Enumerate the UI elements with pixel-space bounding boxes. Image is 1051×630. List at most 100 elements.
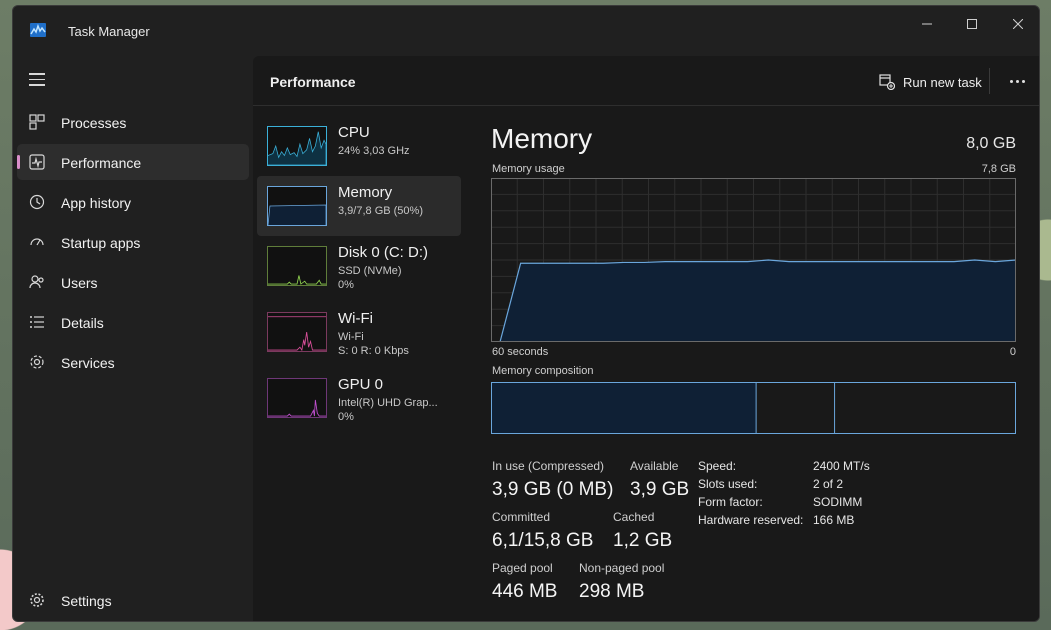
device-utilization: 0%: [338, 411, 354, 423]
users-icon: [29, 275, 44, 289]
main-header: Performance Run new task: [253, 56, 1039, 106]
device-name: CPU: [338, 124, 370, 141]
performance-icon: [29, 154, 45, 170]
processes-icon: [29, 114, 45, 130]
cpu-thumbnail-graph: [267, 126, 327, 166]
run-task-icon: [879, 74, 895, 90]
nonpaged-pool-label: Non-paged pool: [579, 561, 665, 575]
sidebar-item-settings[interactable]: Settings: [17, 582, 249, 618]
memory-composition-label: Memory composition: [492, 365, 594, 377]
page-title: Performance: [270, 74, 356, 90]
spec-reserved-value: 166 MB: [813, 513, 855, 527]
run-task-label: Run new task: [903, 74, 982, 90]
run-new-task-button[interactable]: Run new task: [879, 72, 982, 92]
device-name: Disk 0 (C: D:): [338, 244, 428, 261]
device-detail: SSD (NVMe): [338, 265, 402, 277]
app-history-icon: [29, 194, 45, 210]
menu-icon[interactable]: [29, 73, 45, 87]
memory-total: 8,0 GB: [966, 135, 1016, 152]
sidebar-item-label: Details: [61, 315, 104, 331]
paged-pool-label: Paged pool: [492, 561, 553, 575]
header-divider: [989, 68, 990, 94]
window-title: Task Manager: [68, 24, 150, 39]
device-detail: 24% 3,03 GHz: [338, 145, 410, 157]
in-use-value: 3,9 GB (0 MB): [492, 479, 614, 500]
memory-usage-max: 7,8 GB: [981, 163, 1016, 175]
device-cpu[interactable]: CPU 24% 3,03 GHz: [257, 116, 461, 176]
available-value: 3,9 GB: [630, 479, 690, 500]
memory-composition-bar: [491, 382, 1016, 434]
sidebar-item-label: App history: [61, 195, 132, 211]
committed-label: Committed: [492, 510, 551, 524]
task-manager-window: Task Manager Processes Performance App h…: [12, 5, 1040, 622]
memory-detail-panel: Memory 8,0 GB Memory usage 7,8 GB 60 sec…: [491, 106, 1039, 621]
cached-value: 1,2 GB: [613, 530, 673, 551]
spec-slots-key: Slots used:: [698, 477, 758, 491]
sidebar-item-label: Processes: [61, 115, 127, 131]
sidebar-item-label: Users: [61, 275, 98, 291]
startup-apps-icon: [30, 238, 44, 246]
gpu-thumbnail-graph: [267, 378, 327, 418]
spec-form-key: Form factor:: [698, 495, 763, 509]
wifi-thumbnail-graph: [267, 312, 327, 352]
sidebar-item-app-history[interactable]: App history: [17, 184, 249, 220]
close-icon: [1013, 19, 1023, 29]
spec-speed-key: Speed:: [698, 459, 737, 473]
gear-icon: [30, 593, 44, 607]
main-panel: Performance Run new task CPU 24% 3,03 GH…: [253, 56, 1039, 621]
disk-thumbnail-graph: [267, 246, 327, 286]
spec-reserved-key: Hardware reserved:: [698, 513, 804, 527]
memory-usage-label: Memory usage: [492, 163, 565, 175]
settings-label: Settings: [61, 593, 112, 609]
sidebar: Processes Performance App history Startu…: [13, 56, 253, 621]
device-memory[interactable]: Memory 3,9/7,8 GB (50%): [257, 176, 461, 236]
close-button[interactable]: [1003, 12, 1033, 36]
in-use-label: In use (Compressed): [492, 459, 605, 473]
sidebar-item-label: Startup apps: [61, 235, 141, 251]
sidebar-item-processes[interactable]: Processes: [17, 104, 249, 140]
device-disk[interactable]: Disk 0 (C: D:) SSD (NVMe) 0%: [257, 236, 461, 296]
committed-value: 6,1/15,8 GB: [492, 530, 594, 551]
minimize-button[interactable]: [912, 12, 942, 36]
device-detail: Wi-Fi: [338, 331, 364, 343]
sidebar-item-performance[interactable]: Performance: [17, 144, 249, 180]
paged-pool-value: 446 MB: [492, 581, 558, 602]
device-name: Memory: [338, 184, 393, 201]
device-gpu[interactable]: GPU 0 Intel(R) UHD Grap... 0%: [257, 368, 461, 428]
sidebar-item-details[interactable]: Details: [17, 304, 249, 340]
services-icon: [30, 355, 44, 369]
title-bar[interactable]: Task Manager: [13, 6, 1039, 56]
nonpaged-pool-value: 298 MB: [579, 581, 645, 602]
device-detail: 3,9/7,8 GB (50%): [338, 205, 423, 217]
device-name: Wi-Fi: [338, 310, 373, 327]
memory-title: Memory: [491, 123, 593, 154]
available-label: Available: [630, 459, 679, 473]
details-icon: [30, 316, 44, 328]
memory-thumbnail-graph: [267, 186, 327, 226]
composition-in-use: [492, 383, 757, 433]
device-wifi[interactable]: Wi-Fi Wi-Fi S: 0 R: 0 Kbps: [257, 302, 461, 362]
spec-slots-value: 2 of 2: [813, 477, 844, 491]
task-manager-icon: [30, 23, 46, 37]
sidebar-item-label: Performance: [61, 155, 142, 171]
sidebar-item-label: Services: [61, 355, 115, 371]
device-utilization: 0%: [338, 279, 354, 291]
sidebar-item-startup-apps[interactable]: Startup apps: [17, 224, 249, 260]
memory-usage-graph: [491, 178, 1016, 342]
time-axis-end: 0: [1009, 346, 1016, 358]
spec-form-value: SODIMM: [813, 495, 863, 509]
device-detail: Intel(R) UHD Grap...: [338, 397, 438, 409]
sidebar-item-users[interactable]: Users: [17, 264, 249, 300]
maximize-button[interactable]: [957, 12, 987, 36]
device-throughput: S: 0 R: 0 Kbps: [338, 345, 409, 357]
spec-speed-value: 2400 MT/s: [813, 459, 870, 473]
cached-label: Cached: [613, 510, 655, 524]
sidebar-item-services[interactable]: Services: [17, 344, 249, 380]
minimize-icon: [922, 23, 932, 25]
more-options-icon[interactable]: [1005, 70, 1029, 92]
device-name: GPU 0: [338, 376, 384, 393]
maximize-icon: [967, 19, 977, 29]
active-indicator: [17, 155, 20, 169]
time-axis-start: 60 seconds: [492, 346, 549, 358]
memory-usage-area: [500, 260, 1016, 342]
